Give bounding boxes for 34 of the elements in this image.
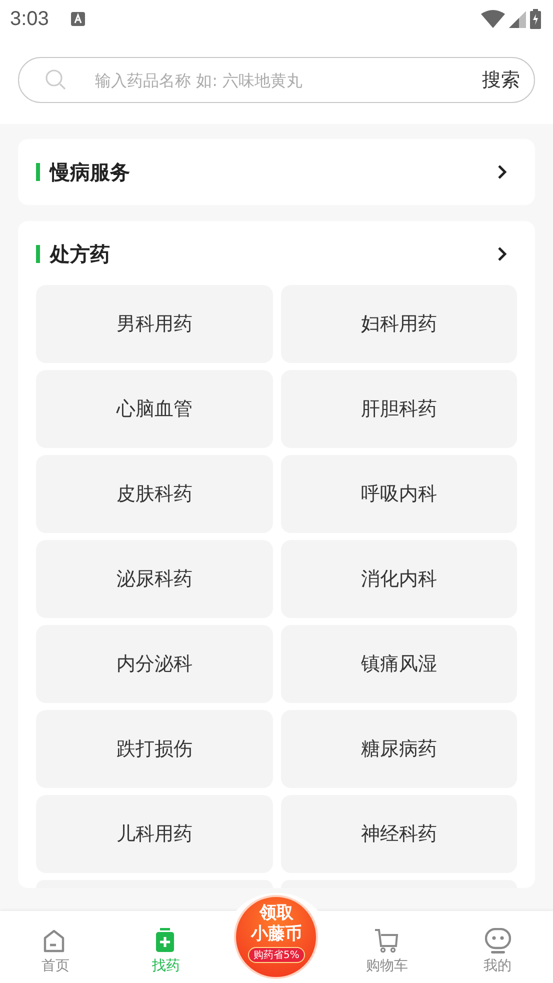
status-time: 3:03 [10,8,49,30]
promo-text: 小藤币 [250,923,302,945]
chevron-right-icon [497,164,507,180]
search-field[interactable]: 输入药品名称 如: 六味地黄丸 搜索 [18,57,535,103]
promo-badge[interactable]: 领取 小藤币 购药省5% [234,895,318,979]
me-icon [484,928,511,954]
chevron-right-icon [497,246,507,262]
category-tile[interactable]: 镇痛风湿 [280,625,517,703]
battery-icon [530,9,541,29]
category-tile[interactable]: 皮肤科药 [36,455,272,533]
section-title: 慢病服务 [50,158,131,186]
promo-tag: 购药省5% [248,947,306,963]
category-tile[interactable]: 内分泌科 [36,625,272,703]
search-button[interactable]: 搜索 [482,67,520,93]
category-tile[interactable]: 消化内科 [280,540,517,618]
accent-bar [36,245,40,263]
category-tile[interactable]: 儿科用药 [36,795,272,873]
wifi-icon [481,10,505,28]
promo-text: 领取 [259,903,294,923]
cart-icon [374,928,400,954]
signal-icon [509,10,526,28]
category-tile[interactable]: 心脑血管 [36,370,272,448]
category-tile[interactable]: 糖尿病药 [280,710,517,788]
keyboard-icon [70,12,85,26]
category-tile[interactable]: 肝胆科药 [280,370,517,448]
section-title: 处方药 [50,240,111,268]
category-tile[interactable]: 妇科用药 [280,285,517,363]
category-tile[interactable]: 呼吸内科 [280,455,517,533]
category-tile[interactable]: 跌打损伤 [36,710,272,788]
category-tile[interactable]: 泌尿科药 [36,540,272,618]
search-icon [45,69,67,91]
category-tile[interactable]: 神经科药 [280,795,517,873]
accent-bar [36,163,40,181]
category-tile[interactable]: 男科用药 [36,285,272,363]
